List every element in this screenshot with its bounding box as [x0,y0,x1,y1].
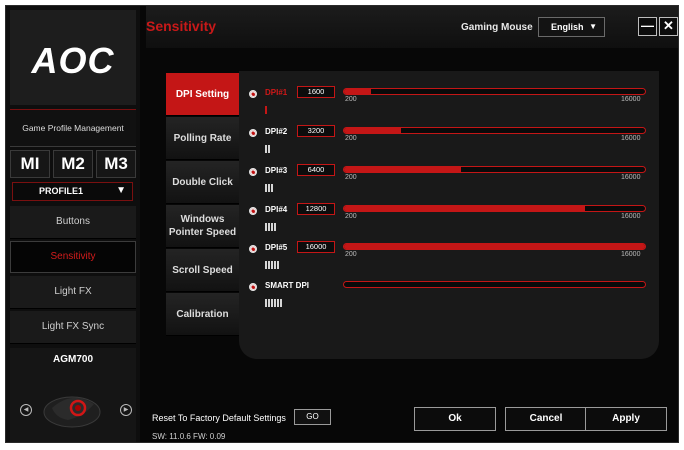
dpi-label: DPI#1 [265,88,288,97]
dpi-label: DPI#5 [265,243,288,252]
dpi-level-icon [265,101,268,114]
dpi-level-icon [265,218,277,231]
dpi-slider[interactable] [343,243,646,250]
dpi-max-label: 16000 [621,213,641,220]
dpi-label: DPI#2 [265,127,288,136]
minimize-button[interactable]: — [638,17,657,36]
dpi-level-icon [265,294,283,307]
dpi-slider-fill [344,244,645,249]
previous-arrow-icon[interactable]: ◀ [20,404,32,416]
dpi-slider-fill [344,206,585,211]
dpi-row: DPI#1 1600 200 16000 [249,86,654,120]
dpi-value-input[interactable]: 3200 [297,125,335,137]
dpi-label: DPI#4 [265,205,288,214]
mode-selector: MI M2 M3 [10,150,136,178]
tab-windows-pointer-speed[interactable]: Windows Pointer Speed [166,205,239,248]
dpi-radio-button[interactable] [249,129,257,137]
dpi-min-label: 200 [345,174,357,181]
dpi-row: DPI#4 12800 200 16000 [249,203,654,237]
tab-scroll-speed[interactable]: Scroll Speed [166,249,239,292]
dpi-min-label: 200 [345,251,357,258]
sidebar-item-light-fx-sync[interactable]: Light FX Sync [10,311,136,344]
version-info: SW: 11.0.6 FW: 0.09 [152,432,226,441]
dpi-value-input[interactable]: 6400 [297,164,335,176]
app-window: AOC Game Profile Management MI M2 M3 PRO… [6,6,678,442]
dpi-radio-button[interactable] [249,207,257,215]
dpi-min-label: 200 [345,135,357,142]
close-button[interactable]: ✕ [659,17,678,36]
game-profile-management[interactable]: Game Profile Management [10,109,136,147]
dpi-slider[interactable] [343,127,646,134]
footer: Reset To Factory Default Settings GO SW:… [146,396,678,442]
dpi-panel: DPI#1 1600 200 16000 DPI#2 3200 200 16000 DPI#3 6… [239,71,659,359]
mouse-panel: AGM700 ◀ ▶ [10,348,136,442]
dpi-radio-button[interactable] [249,168,257,176]
dpi-value-input[interactable]: 16000 [297,241,335,253]
dropdown-arrow-icon: ▼ [589,22,597,31]
dpi-min-label: 200 [345,213,357,220]
dpi-max-label: 16000 [621,174,641,181]
tab-polling-rate[interactable]: Polling Rate [166,117,239,160]
dpi-label: DPI#3 [265,166,288,175]
dpi-level-icon [265,256,280,269]
dpi-row: DPI#2 3200 200 16000 [249,125,654,159]
mouse-model: AGM700 [52,354,93,365]
dpi-value-input[interactable]: 12800 [297,203,335,215]
dpi-row: DPI#3 6400 200 16000 [249,164,654,198]
mode-button-m1[interactable]: MI [10,150,50,178]
go-button[interactable]: GO [294,409,331,425]
apply-button[interactable]: Apply [585,407,667,431]
dpi-level-icon [265,179,274,192]
sidebar-item-light-fx[interactable]: Light FX [10,276,136,309]
dpi-label: SMART DPI [265,281,309,290]
dpi-row: DPI#5 16000 200 16000 [249,241,654,275]
profile-dropdown[interactable]: PROFILE1 ▼ [12,182,133,201]
dpi-slider[interactable] [343,88,646,95]
mode-button-m2[interactable]: M2 [53,150,93,178]
dpi-slider-fill [344,167,462,172]
dpi-slider[interactable] [343,281,646,288]
dpi-max-label: 16000 [621,251,641,258]
cancel-button[interactable]: Cancel [505,407,587,431]
profile-value: PROFILE1 [39,186,84,196]
dpi-max-label: 16000 [621,135,641,142]
sidebar-item-sensitivity[interactable]: Sensitivity [10,241,136,273]
dpi-min-label: 200 [345,96,357,103]
dpi-row: SMART DPI [249,281,654,313]
sidebar-item-buttons[interactable]: Buttons [10,206,136,239]
page-title: Sensitivity [146,18,217,34]
dpi-radio-button[interactable] [249,90,257,98]
next-arrow-icon[interactable]: ▶ [120,404,132,416]
dpi-value-input[interactable]: 1600 [297,86,335,98]
dpi-level-icon [265,140,271,153]
mode-button-m3[interactable]: M3 [96,150,136,178]
ok-button[interactable]: Ok [414,407,496,431]
sidebar: AOC Game Profile Management MI M2 M3 PRO… [6,6,140,442]
tab-calibration[interactable]: Calibration [166,293,239,336]
language-dropdown[interactable]: English ▼ [538,17,605,37]
content-area: DPI#1 1600 200 16000 DPI#2 3200 200 16000 DPI#3 6… [162,71,662,359]
reset-label: Reset To Factory Default Settings [152,413,286,423]
dropdown-arrow-icon: ▼ [116,185,126,196]
dpi-slider[interactable] [343,205,646,212]
mouse-image [43,396,101,428]
dpi-max-label: 16000 [621,96,641,103]
aoc-logo: AOC [31,40,115,81]
dpi-slider-fill [344,128,402,133]
language-value: English [551,22,584,32]
dpi-radio-button[interactable] [249,245,257,253]
tab-double-click[interactable]: Double Click [166,161,239,204]
dpi-slider[interactable] [343,166,646,173]
dpi-radio-button[interactable] [249,283,257,291]
tab-dpi-setting[interactable]: DPI Setting [166,73,239,116]
dpi-slider-fill [344,89,372,94]
logo-box: AOC [10,10,136,105]
device-name: Gaming Mouse [461,22,533,33]
